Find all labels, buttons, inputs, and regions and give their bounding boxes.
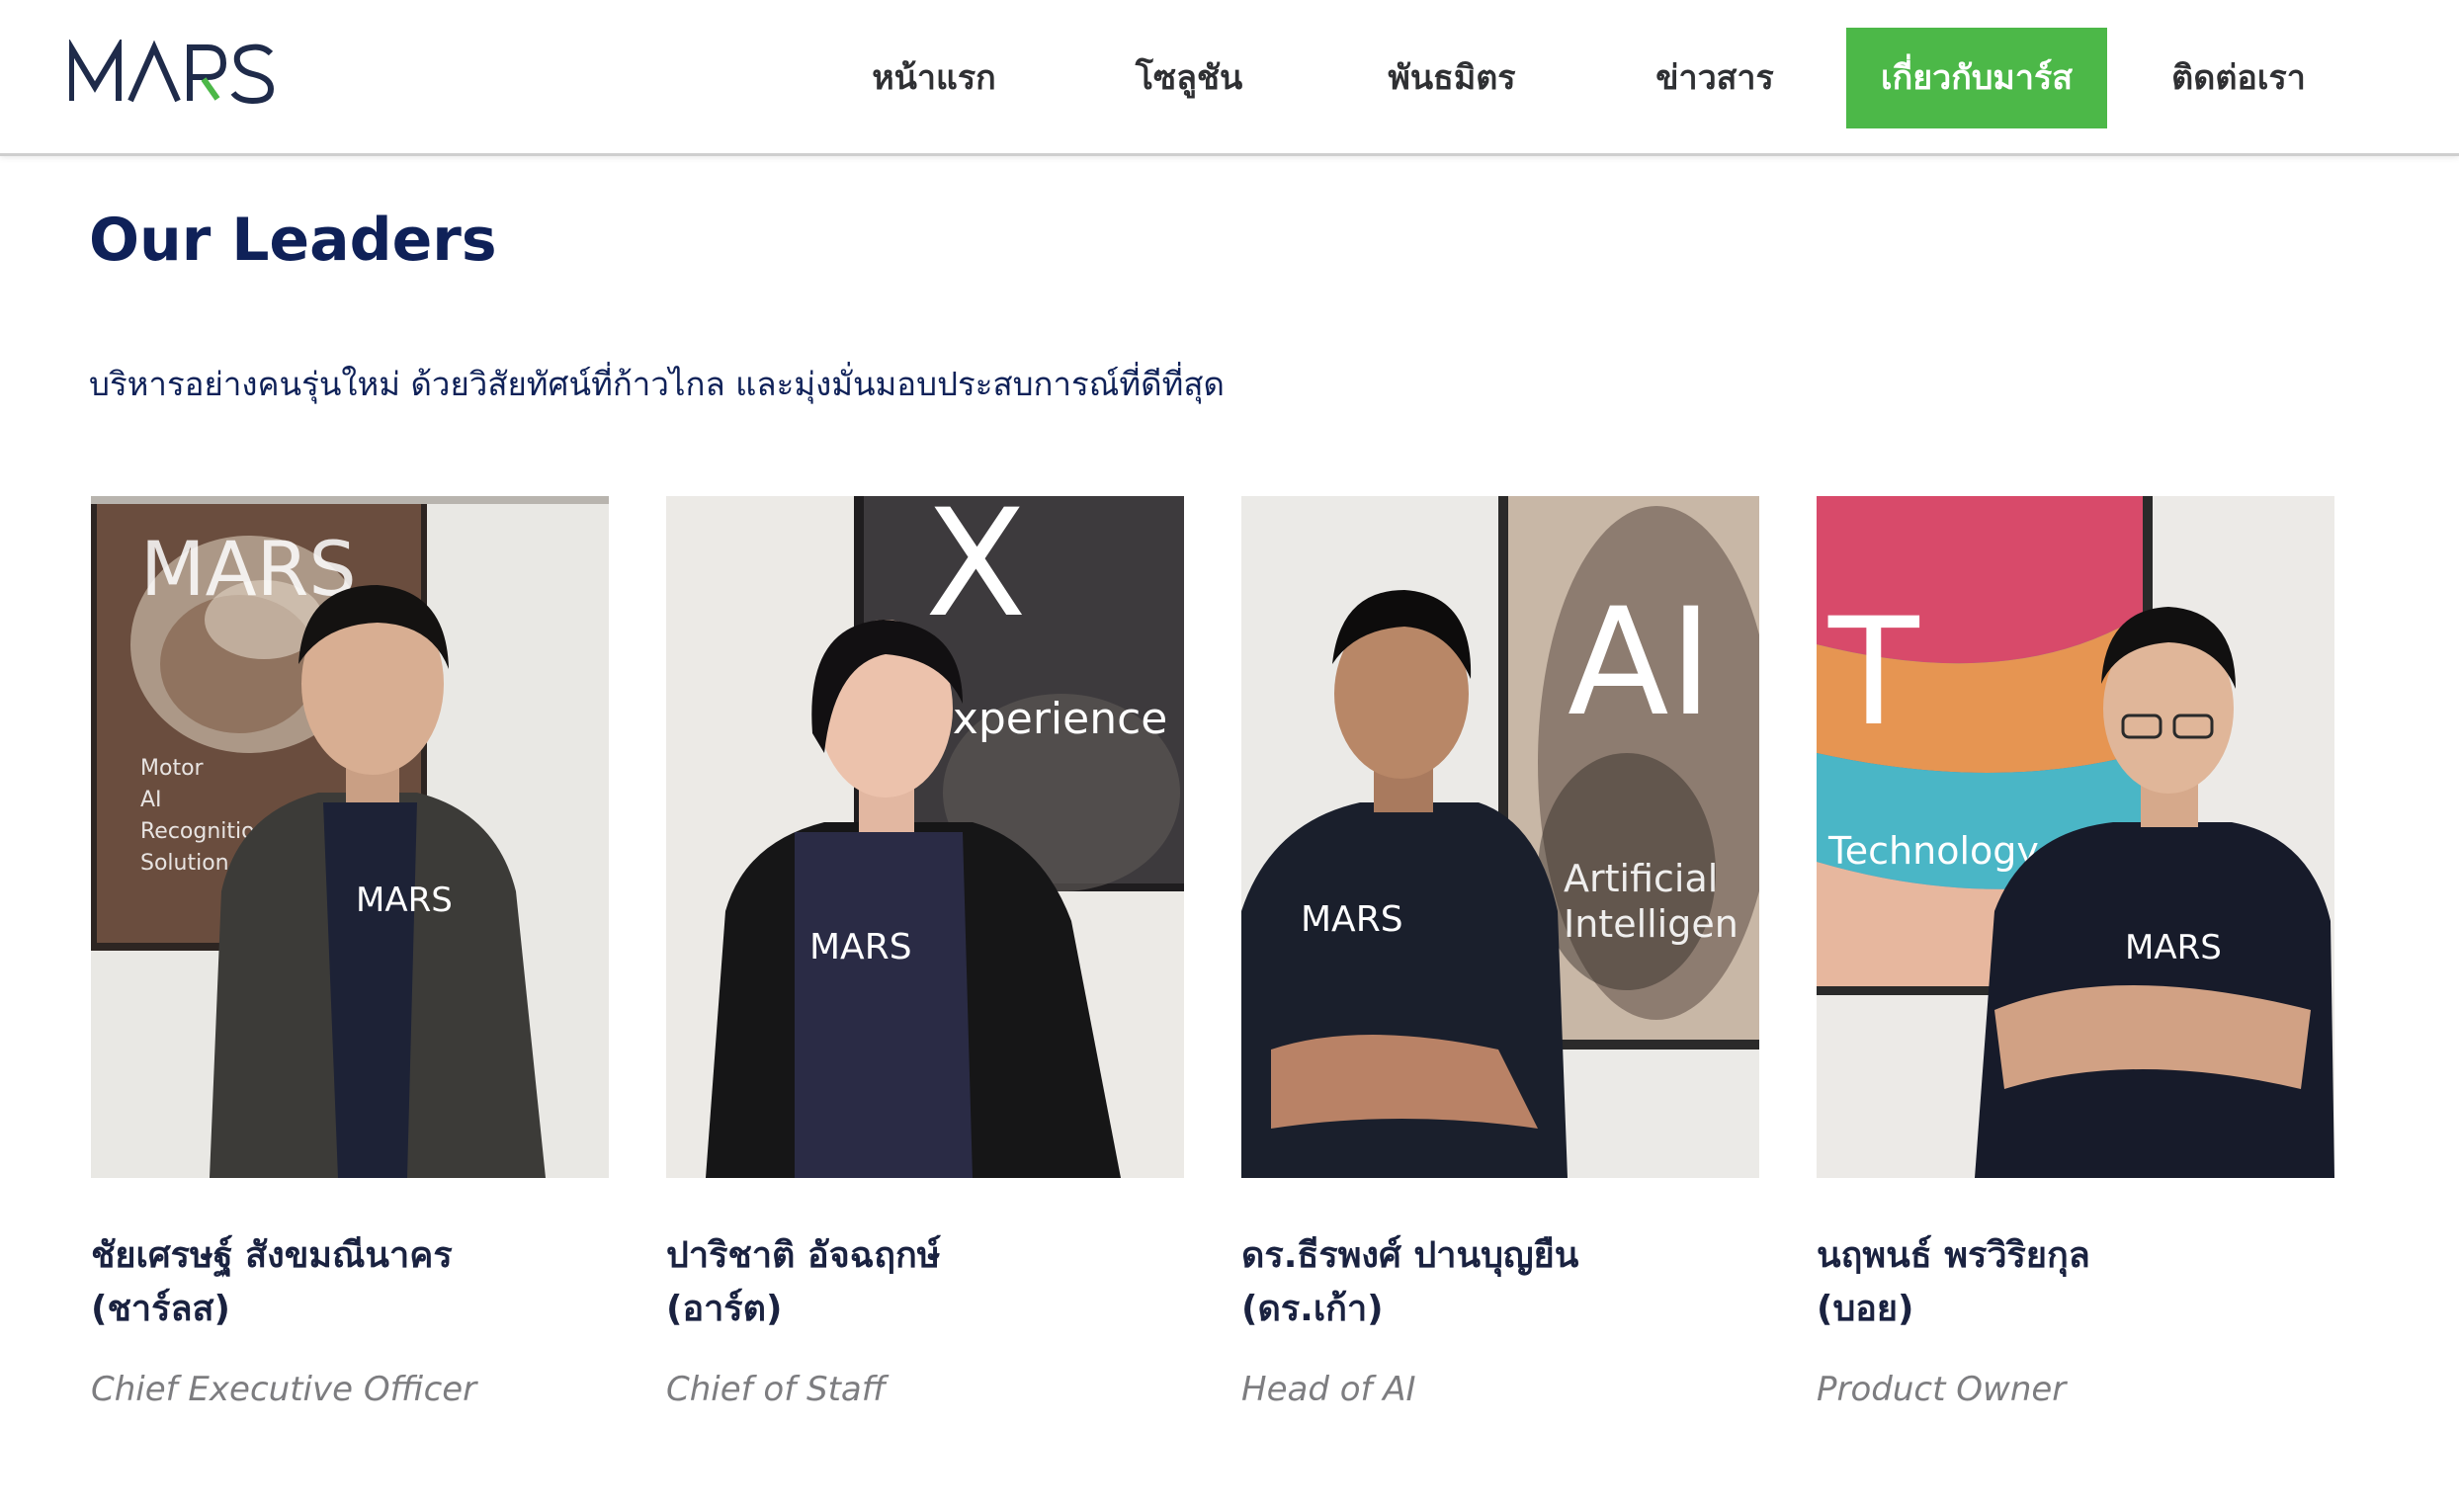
leader-role: Chief of Staff: [666, 1370, 887, 1409]
leader-photo: AI Artificial Intelligen MARS: [1241, 496, 1759, 1178]
leader-card: T Technology MARS นฤพนธ์ พรวิริยกุล (บอย…: [1817, 496, 2334, 1409]
svg-text:Solution: Solution: [140, 851, 229, 876]
leader-photo: X Experience MARS: [666, 496, 1184, 1178]
svg-text:MARS: MARS: [2125, 928, 2222, 967]
leader-name: นฤพนธ์ พรวิริยกุล: [1817, 1235, 2090, 1276]
leader-nickname: (อาร์ต): [666, 1289, 783, 1329]
leader-nickname: (บอย): [1817, 1289, 1914, 1329]
nav-solutions[interactable]: โซลูชัน: [1058, 28, 1320, 128]
leader-card: AI Artificial Intelligen MARS ดร.ธีรพงศ์…: [1241, 496, 1759, 1409]
poster-text: X: [925, 496, 1027, 650]
nav-partners[interactable]: พันธมิตร: [1320, 28, 1583, 128]
leader-card: X Experience MARS ปาริชาติ อัจฉฤกษ์ (อาร…: [666, 496, 1184, 1409]
svg-text:Artificial: Artificial: [1564, 857, 1718, 900]
leader-name: ดร.ธีรพงศ์ ปานบุญยืน: [1241, 1235, 1579, 1276]
poster-text: AI: [1568, 577, 1713, 749]
mars-logo[interactable]: [69, 40, 277, 109]
nav-news[interactable]: ข่าวสาร: [1583, 28, 1846, 128]
nav-contact[interactable]: ติดต่อเรา: [2107, 28, 2370, 128]
svg-text:Technology: Technology: [1827, 829, 2039, 873]
leader-role: Head of AI: [1241, 1370, 1416, 1409]
leader-role: Product Owner: [1817, 1370, 2067, 1409]
poster-text: T: [1827, 587, 1920, 759]
svg-text:Intelligen: Intelligen: [1564, 902, 1738, 946]
svg-text:Experience: Experience: [925, 694, 1167, 744]
leader-role: Chief Executive Officer: [91, 1370, 477, 1409]
leader-photo: MARS Motor AI Recognition Solution MARS: [91, 496, 609, 1178]
nav-home[interactable]: หน้าแรก: [810, 28, 1058, 128]
svg-text:AI: AI: [140, 788, 162, 812]
nav-about[interactable]: เกี่ยวกับมาร์ส: [1846, 28, 2107, 128]
leader-nickname: (ดร.เก้า): [1241, 1289, 1384, 1329]
poster-text: MARS: [140, 525, 357, 613]
svg-text:MARS: MARS: [1301, 899, 1403, 940]
svg-text:Motor: Motor: [140, 756, 205, 781]
svg-text:MARS: MARS: [356, 881, 453, 920]
leader-name: ปาริชาติ อัจฉฤกษ์: [666, 1235, 941, 1276]
section-subtitle: บริหารอย่างคนรุ่นใหม่ ด้วยวิสัยทัศน์ที่ก…: [89, 365, 1225, 403]
leader-photo: T Technology MARS: [1817, 496, 2334, 1178]
section-title: Our Leaders: [89, 206, 497, 275]
leader-nickname: (ชาร์ลส): [91, 1289, 230, 1329]
leader-card: MARS Motor AI Recognition Solution MARS …: [91, 496, 609, 1409]
main-nav: หน้าแรก โซลูชัน พันธมิตร ข่าวสาร เกี่ยวก…: [810, 28, 2370, 128]
site-header: หน้าแรก โซลูชัน พันธมิตร ข่าวสาร เกี่ยวก…: [0, 0, 2459, 156]
leader-name: ชัยเศรษฐ์ สังขมณีนาคร: [91, 1235, 453, 1276]
svg-text:MARS: MARS: [809, 927, 912, 967]
